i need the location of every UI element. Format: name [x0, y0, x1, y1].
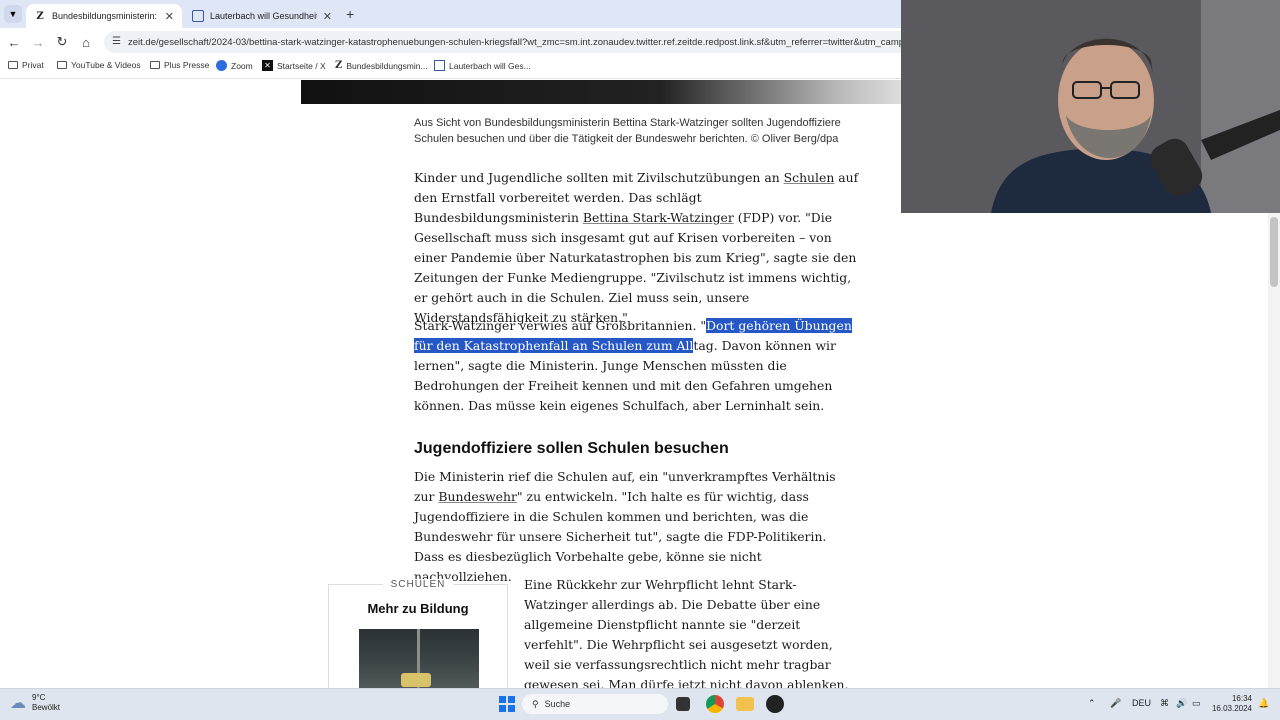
- url-text: zeit.de/gesellschaft/2024-03/bettina-sta…: [128, 36, 910, 48]
- webcam-person-illustration: [901, 0, 1280, 213]
- article-hero-image: [301, 80, 901, 104]
- sponge-shape: [401, 673, 431, 687]
- app-icon[interactable]: [766, 695, 784, 713]
- folder-icon: [57, 61, 67, 69]
- link-bettina-stark-watzinger[interactable]: Bettina Stark-Watzinger: [583, 210, 734, 225]
- weather-widget[interactable]: ☁ 9°C Bewölkt: [10, 693, 60, 713]
- start-button[interactable]: [498, 695, 516, 713]
- bookmark-plus-presse[interactable]: Plus Presse: [150, 60, 209, 70]
- tab-title: Lauterbach will Gesundheitssystem: [210, 11, 317, 21]
- weather-temp: 9°C: [32, 693, 46, 702]
- microphone-icon[interactable]: 🎤: [1110, 698, 1121, 709]
- tab-active[interactable]: Z Bundesbildungsministerin: Bettina ✕: [26, 4, 182, 28]
- clock-time: 16:34: [1231, 694, 1252, 703]
- file-explorer-icon[interactable]: [736, 697, 754, 711]
- news-icon: [434, 60, 445, 71]
- tab-inactive[interactable]: Lauterbach will Gesundheitssystem ✕: [184, 4, 340, 28]
- related-teaser-box[interactable]: SCHULEN Mehr zu Bildung: [328, 579, 508, 695]
- bookmark-label: YouTube & Videos: [71, 60, 141, 70]
- section-heading: Jugendoffiziere sollen Schulen besuchen: [414, 440, 729, 457]
- news-favicon-icon: [192, 10, 204, 22]
- close-icon[interactable]: ✕: [323, 10, 332, 23]
- home-icon: ⌂: [82, 34, 90, 50]
- language-indicator[interactable]: DEU: [1132, 698, 1151, 708]
- bookmark-lauterbach[interactable]: Lauterbach will Ges...: [434, 60, 531, 71]
- volume-icon[interactable]: 🔊: [1176, 698, 1187, 709]
- bookmark-label: Privat: [22, 60, 44, 70]
- task-view-icon[interactable]: [676, 697, 690, 711]
- taskbar-search[interactable]: ⚲ Suche: [522, 694, 668, 714]
- page-scrollbar[interactable]: [1268, 213, 1280, 688]
- scrollbar-thumb[interactable]: [1270, 217, 1278, 287]
- bookmark-zoom[interactable]: Zoom: [216, 60, 253, 71]
- teaser-kicker-text: SCHULEN: [382, 579, 454, 590]
- reload-button[interactable]: ↻: [54, 34, 70, 50]
- folder-icon: [150, 61, 160, 69]
- bookmark-label: Lauterbach will Ges...: [449, 60, 531, 71]
- link-bundeswehr[interactable]: Bundeswehr: [438, 489, 517, 504]
- search-icon: ⚲: [532, 698, 539, 709]
- teaser-title[interactable]: Mehr zu Bildung: [329, 601, 507, 616]
- text-run: (FDP) vor. "Die Gesellschaft muss sich i…: [414, 210, 857, 325]
- search-placeholder: Suche: [544, 699, 571, 709]
- chevron-up-icon[interactable]: ⌃: [1088, 698, 1096, 709]
- notification-bell-icon[interactable]: 🔔: [1258, 698, 1269, 709]
- bookmark-privat[interactable]: Privat: [8, 60, 44, 70]
- home-button[interactable]: ⌂: [78, 34, 94, 50]
- article-paragraph-1: Kinder und Jugendliche sollten mit Zivil…: [414, 168, 859, 328]
- link-schulen[interactable]: Schulen: [784, 170, 835, 185]
- bookmark-label: Bundesbildungsmin...: [346, 60, 428, 71]
- bookmark-label: Zoom: [231, 60, 253, 71]
- back-button[interactable]: ←: [6, 34, 22, 50]
- chrome-icon[interactable]: [706, 695, 724, 713]
- cloud-icon: ☁: [10, 695, 26, 712]
- bookmark-startseite-x[interactable]: ✕ Startseite / X: [262, 60, 326, 71]
- folder-icon: [8, 61, 18, 69]
- clock[interactable]: 16:34 16.03.2024: [1206, 694, 1252, 714]
- weather-text: 9°C Bewölkt: [32, 693, 60, 713]
- arrow-right-icon: →: [31, 34, 45, 50]
- weather-desc: Bewölkt: [32, 703, 61, 712]
- bookmark-bundesbildungsmin[interactable]: Z Bundesbildungsmin...: [335, 60, 428, 71]
- text-run: Kinder und Jugendliche sollten mit Zivil…: [414, 170, 784, 185]
- windows-logo-icon: [498, 695, 516, 713]
- bookmark-label: Plus Presse: [164, 60, 210, 70]
- chevron-down-icon: ▼: [8, 9, 18, 19]
- article-paragraph-2: Stark-Watzinger verwies auf Großbritanni…: [414, 316, 859, 416]
- battery-icon[interactable]: ▭: [1192, 698, 1201, 709]
- zoom-icon: [216, 60, 227, 71]
- article-paragraph-4: Eine Rückkehr zur Wehrpflicht lehnt Star…: [524, 577, 849, 688]
- webcam-overlay: [901, 0, 1280, 213]
- tab-list-dropdown[interactable]: ▼: [4, 5, 22, 23]
- site-info-icon[interactable]: ☰: [112, 36, 121, 47]
- teaser-kicker: SCHULEN: [329, 579, 507, 590]
- tab-title: Bundesbildungsministerin: Bettina: [52, 11, 159, 21]
- bookmark-label: Startseite / X: [277, 60, 326, 71]
- reload-icon: ↻: [56, 34, 68, 49]
- forward-button[interactable]: →: [30, 34, 46, 50]
- article-paragraph-3: Die Ministerin rief die Schulen auf, ein…: [414, 467, 859, 587]
- teaser-image[interactable]: [359, 629, 479, 695]
- address-bar[interactable]: ☰ zeit.de/gesellschaft/2024-03/bettina-s…: [104, 31, 1004, 53]
- bookmark-youtube-videos[interactable]: YouTube & Videos: [57, 60, 141, 70]
- new-tab-button[interactable]: +: [346, 6, 354, 22]
- zeit-favicon-icon: Z: [36, 10, 44, 22]
- clock-date: 16.03.2024: [1211, 704, 1252, 713]
- text-run: Stark-Watzinger verwies auf Großbritanni…: [414, 318, 707, 333]
- image-caption: Aus Sicht von Bundesbildungsministerin B…: [414, 117, 841, 145]
- taskbar: ☁ 9°C Bewölkt ⚲ Suche ⌃ 🎤 DEU ⌘ 🔊 ▭ 16:3…: [0, 688, 1280, 720]
- wifi-icon[interactable]: ⌘: [1160, 698, 1169, 709]
- x-icon: ✕: [262, 60, 273, 71]
- close-icon[interactable]: ✕: [165, 10, 174, 23]
- z-icon: Z: [335, 60, 343, 71]
- arrow-left-icon: ←: [7, 34, 21, 50]
